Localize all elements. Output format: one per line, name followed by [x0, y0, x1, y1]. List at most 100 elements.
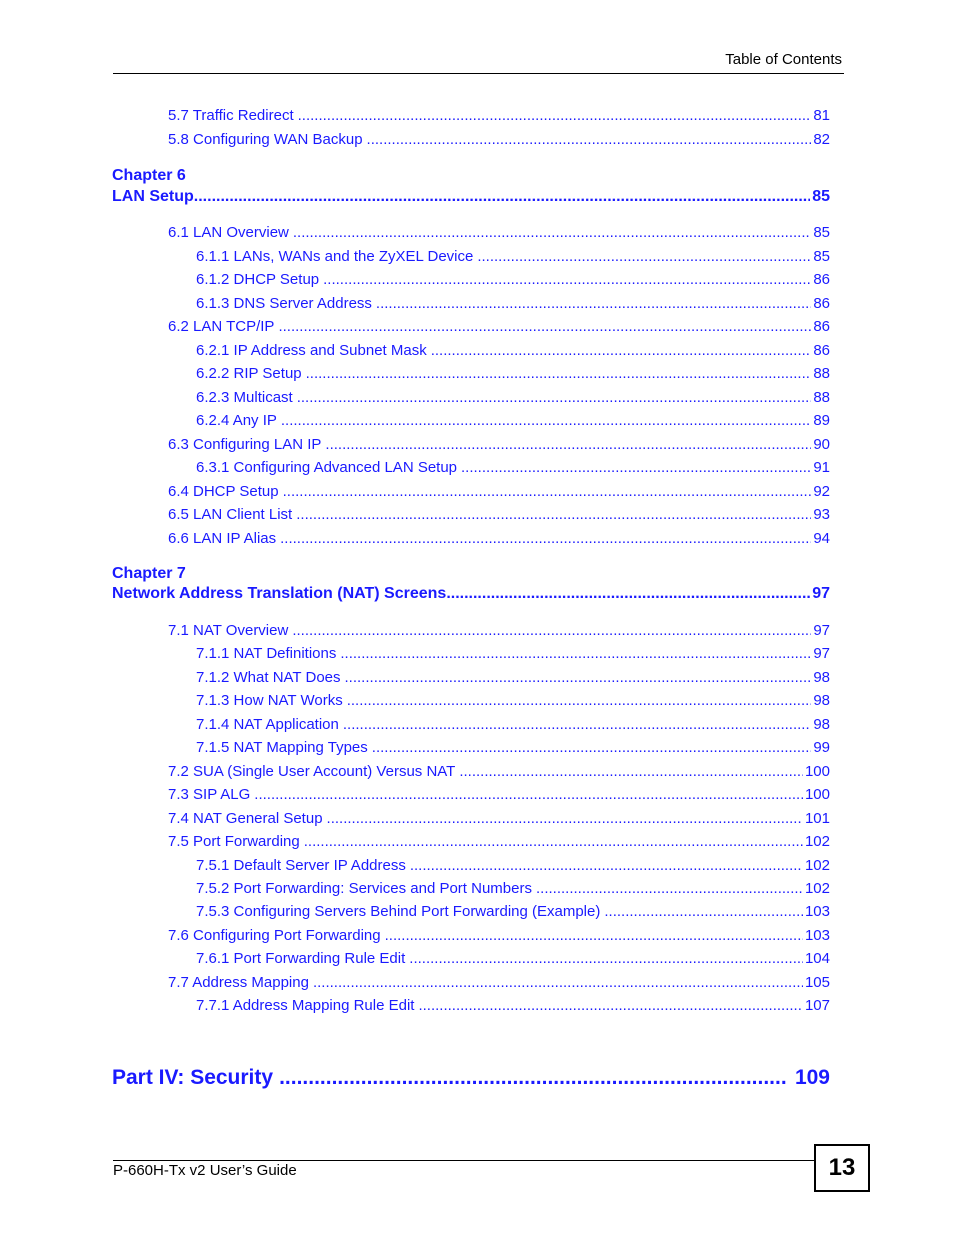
toc-entry-label: 6.2.1 IP Address and Subnet Mask [196, 341, 427, 359]
toc-entry[interactable]: 6.4 DHCP Setup 92 [168, 483, 830, 500]
toc-entry[interactable]: 6.3 Configuring LAN IP 90 [168, 436, 830, 453]
toc-entry[interactable]: 7.1.3 How NAT Works 98 [196, 692, 830, 709]
toc-entry[interactable]: 5.7 Traffic Redirect 81 [168, 107, 830, 124]
toc-entry-label: 7.5.1 Default Server IP Address [196, 856, 406, 874]
toc-entry[interactable]: 7.5.2 Port Forwarding: Services and Port… [196, 880, 830, 897]
chapter-title: Network Address Translation (NAT) Screen… [112, 585, 447, 602]
toc-entry-label: 7.4 NAT General Setup [168, 809, 323, 827]
toc-entry-label: 7.5.2 Port Forwarding: Services and Port… [196, 879, 532, 897]
toc-entry-label: 6.2.3 Multicast [196, 388, 293, 406]
dot-leader [281, 412, 811, 429]
toc-entry[interactable]: 6.1 LAN Overview 85 [168, 224, 830, 241]
dot-leader [376, 295, 811, 312]
toc-entry-page: 86 [813, 341, 830, 359]
toc-entry[interactable]: 6.6 LAN IP Alias 94 [168, 530, 830, 547]
chapter-6-label[interactable]: Chapter 6 [112, 167, 186, 185]
toc-entry-page: 100 [804, 786, 830, 804]
toc-entry[interactable]: 6.2.2 RIP Setup 88 [196, 365, 830, 382]
toc-entry-page: 98 [813, 692, 830, 710]
toc-entry-label: 6.1.1 LANs, WANs and the ZyXEL Device [196, 247, 474, 265]
dot-leader [293, 224, 811, 241]
toc-entry-label: 6.4 DHCP Setup [168, 482, 279, 500]
toc-entry[interactable]: 7.1 NAT Overview 97 [168, 622, 830, 639]
toc-entry-label: 6.2.4 Any IP [196, 412, 277, 429]
dot-leader [409, 950, 803, 967]
toc-entry[interactable]: 6.5 LAN Client List 93 [168, 506, 830, 523]
toc-entry-label: 7.6 Configuring Port Forwarding [168, 926, 381, 944]
toc-entry-page: 98 [813, 715, 830, 733]
part-iv-entry[interactable]: Part IV: Security 109 [112, 1066, 830, 1090]
dot-leader [410, 857, 803, 874]
chapter-7-title-entry[interactable]: Network Address Translation (NAT) Screen… [112, 585, 830, 603]
dot-leader [461, 459, 811, 476]
footer-guide-title: P-660H-Tx v2 User’s Guide [113, 1162, 297, 1179]
toc-entry-label: 6.1 LAN Overview [168, 224, 289, 241]
toc-entry-label: 7.1.4 NAT Application [196, 715, 339, 733]
dot-leader [347, 692, 812, 709]
toc-entry-label: 7.3 SIP ALG [168, 786, 251, 804]
toc-entry[interactable]: 7.1.5 NAT Mapping Types 99 [196, 739, 830, 756]
toc-entry[interactable]: 6.1.2 DHCP Setup 86 [196, 271, 830, 288]
dot-leader [296, 506, 811, 523]
chapter-7-label[interactable]: Chapter 7 [112, 565, 186, 583]
toc-entry-page: 102 [804, 833, 830, 851]
page-number: 13 [828, 1154, 856, 1181]
toc-entry-page: 107 [804, 997, 830, 1015]
toc-entry[interactable]: 7.1.4 NAT Application 98 [196, 716, 830, 733]
toc-entry[interactable]: 5.8 Configuring WAN Backup 82 [168, 131, 830, 148]
header-title: Table of Contents [725, 51, 842, 68]
dot-leader [297, 389, 812, 406]
toc-entry-page: 102 [804, 879, 830, 897]
toc-entry[interactable]: 7.1.2 What NAT Does 98 [196, 669, 830, 686]
toc-entry-page: 98 [813, 668, 830, 686]
toc-entry[interactable]: 7.5.1 Default Server IP Address 102 [196, 857, 830, 874]
toc-entry-label: 7.6.1 Port Forwarding Rule Edit [196, 950, 406, 968]
toc-entry[interactable]: 7.7.1 Address Mapping Rule Edit 107 [196, 997, 830, 1014]
toc-entry[interactable]: 7.6.1 Port Forwarding Rule Edit 104 [196, 950, 830, 967]
dot-leader [325, 436, 811, 453]
dot-leader [280, 530, 811, 547]
toc-entry[interactable]: 7.7 Address Mapping 105 [168, 974, 830, 991]
page-number-box: 13 [814, 1144, 870, 1192]
toc-entry[interactable]: 7.2 SUA (Single User Account) Versus NAT… [168, 763, 830, 780]
toc-entry[interactable]: 7.3 SIP ALG 100 [168, 786, 830, 803]
toc-entry-page: 92 [813, 482, 830, 500]
toc-entry[interactable]: 6.3.1 Configuring Advanced LAN Setup 91 [196, 459, 830, 476]
toc-entry-page: 103 [804, 903, 830, 921]
toc-entry-page: 86 [813, 318, 830, 335]
toc-entry[interactable]: 6.2 LAN TCP/IP 86 [168, 318, 830, 335]
dot-leader [298, 107, 812, 124]
dot-leader [279, 1066, 787, 1090]
toc-entry[interactable]: 7.5 Port Forwarding 102 [168, 833, 830, 850]
toc-entry-label: 7.7.1 Address Mapping Rule Edit [196, 997, 415, 1015]
dot-leader [477, 248, 811, 265]
toc-entry[interactable]: 7.4 NAT General Setup 101 [168, 810, 830, 827]
toc-entry-page: 90 [813, 435, 830, 453]
toc-entry-page: 89 [813, 412, 830, 429]
toc-entry-label: 6.2 LAN TCP/IP [168, 318, 275, 335]
dot-leader [536, 880, 803, 897]
dot-leader [278, 318, 811, 335]
toc-entry-label: 6.6 LAN IP Alias [168, 529, 277, 547]
toc-entry-label: 7.2 SUA (Single User Account) Versus NAT [168, 762, 456, 780]
toc-entry-page: 86 [813, 271, 830, 288]
toc-entry-page: 101 [804, 809, 830, 827]
toc-entry[interactable]: 6.1.3 DNS Server Address 86 [196, 295, 830, 312]
dot-leader [431, 342, 812, 359]
toc-entry[interactable]: 6.2.4 Any IP 89 [196, 412, 830, 429]
toc-entry-label: 7.5.3 Configuring Servers Behind Port Fo… [196, 903, 601, 921]
toc-entry[interactable]: 6.2.3 Multicast 88 [196, 389, 830, 406]
toc-entry[interactable]: 7.5.3 Configuring Servers Behind Port Fo… [196, 903, 830, 920]
dot-leader [385, 927, 803, 944]
toc-entry-label: 7.1.1 NAT Definitions [196, 645, 337, 663]
chapter-page: 97 [812, 585, 830, 602]
toc-entry[interactable]: 7.1.1 NAT Definitions 97 [196, 645, 830, 662]
toc-entry-label: 6.1.2 DHCP Setup [196, 271, 320, 288]
toc-entry[interactable]: 6.2.1 IP Address and Subnet Mask 86 [196, 342, 830, 359]
toc-entry[interactable]: 6.1.1 LANs, WANs and the ZyXEL Device 85 [196, 248, 830, 265]
chapter-6-title-entry[interactable]: LAN Setup 85 [112, 188, 830, 206]
toc-entry-label: 7.1.5 NAT Mapping Types [196, 739, 368, 757]
chapter-page: 85 [812, 188, 830, 205]
dot-leader [340, 645, 811, 662]
toc-entry[interactable]: 7.6 Configuring Port Forwarding 103 [168, 927, 830, 944]
